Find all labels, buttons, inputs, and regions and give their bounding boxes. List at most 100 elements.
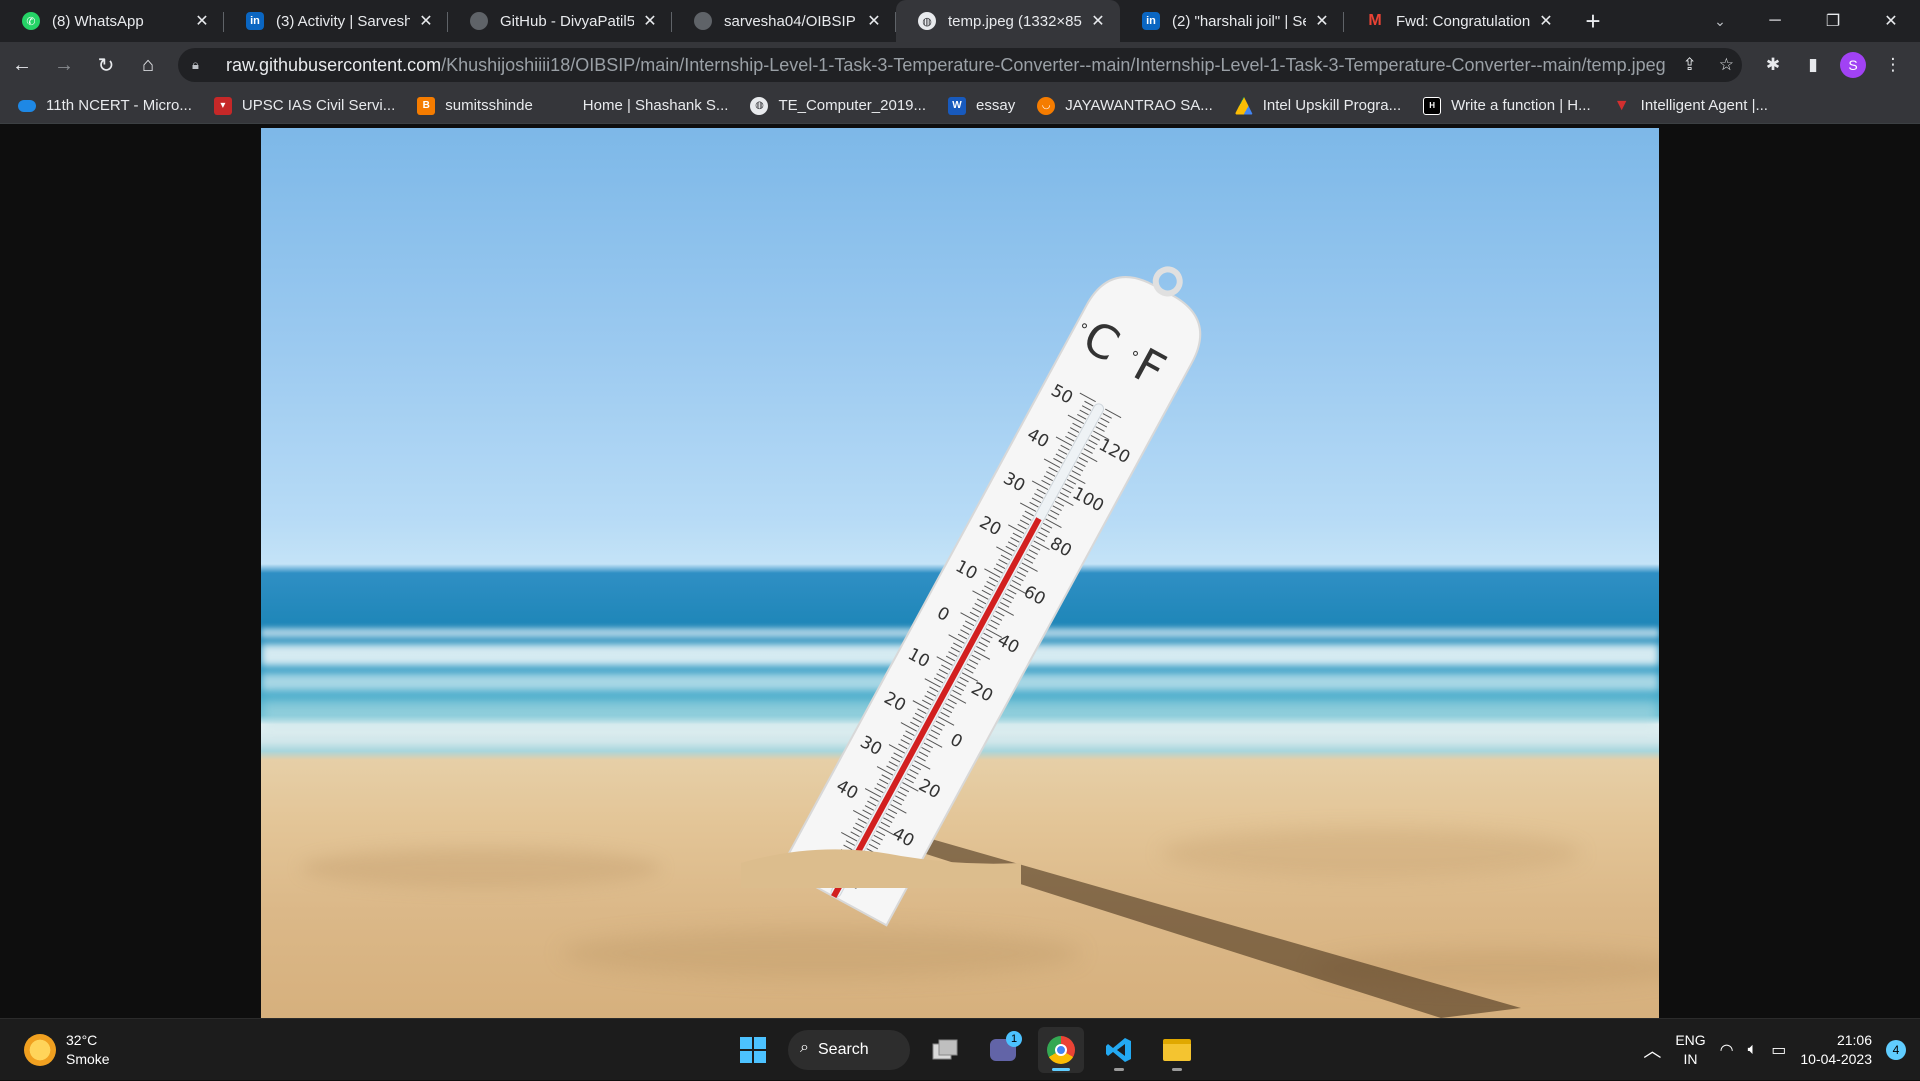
window-controls: ─ ❐ ✕	[1746, 0, 1920, 42]
close-icon[interactable]: ✕	[416, 11, 436, 31]
hazy-sun-icon	[24, 1034, 56, 1066]
url-path: /Khushijoshiiii18/OIBSIP/main/Internship…	[441, 54, 1666, 75]
taskbar-apps: ⌕ Search 1	[730, 1027, 1200, 1073]
globe-icon: ◍	[918, 12, 936, 30]
bookmark-jayawantrao[interactable]: ◡ JAYAWANTRAO SA...	[1037, 96, 1213, 115]
linkedin-icon: in	[246, 12, 264, 30]
tab-gmail[interactable]: M Fwd: Congratulations ✕	[1344, 0, 1568, 42]
tab-temp-jpeg[interactable]: ◍ temp.jpeg (1332×850 ✕	[896, 0, 1120, 42]
address-bar[interactable]: 🔒︎ raw.githubusercontent.com/Khushijoshi…	[178, 48, 1742, 82]
bookmark-label: UPSC IAS Civil Servi...	[241, 97, 396, 114]
bookmark-ncert[interactable]: 11th NCERT - Micro...	[18, 97, 192, 114]
tab-linkedin-activity[interactable]: in (3) Activity | Sarvesha ✕	[224, 0, 448, 42]
globe-icon: ◍	[750, 96, 769, 115]
tab-title: (8) WhatsApp	[52, 12, 144, 30]
tab-title: sarvesha04/OIBSIP	[724, 12, 856, 30]
teams-chat-icon[interactable]: 1	[980, 1027, 1026, 1073]
close-window-icon[interactable]: ✕	[1862, 0, 1920, 42]
page-viewport: C F ° ° 50 40 30 20 10 0 10 20 30 40 120…	[0, 125, 1920, 1018]
blogger-icon: B	[417, 96, 436, 115]
teams-badge: 1	[1006, 1031, 1022, 1047]
search-label: Search	[818, 1041, 869, 1058]
url-host: raw.githubusercontent.com	[226, 54, 442, 75]
weather-widget[interactable]: 32°C Smoke	[24, 1031, 110, 1069]
bookmark-label: TE_Computer_2019...	[778, 97, 927, 114]
tab-github-sarvesha[interactable]: sarvesha04/OIBSIP ✕	[672, 0, 896, 42]
clock-time: 21:06	[1836, 1032, 1872, 1048]
windows-start-icon[interactable]	[730, 1027, 776, 1073]
extensions-icon[interactable]: ✱	[1760, 52, 1786, 78]
lang-top: ENG	[1675, 1032, 1706, 1048]
tab-title: Fwd: Congratulations	[1396, 12, 1530, 30]
share-icon[interactable]: ⇪	[1683, 55, 1697, 75]
bookmark-intelligent-agent[interactable]: ▼ Intelligent Agent |...	[1613, 97, 1768, 115]
chevron-up-icon[interactable]: ︿	[1643, 1037, 1661, 1063]
temperature-beach-image[interactable]: C F ° ° 50 40 30 20 10 0 10 20 30 40 120…	[261, 128, 1659, 1018]
tab-github-divya[interactable]: GitHub - DivyaPatil56 ✕	[448, 0, 672, 42]
whatsapp-icon: ✆	[22, 12, 40, 30]
hackerrank-icon: H	[1423, 96, 1442, 115]
system-tray: ︿ ENG IN ◠ 🔈︎ ▭ 21:06 10-04-2023 4	[1643, 1019, 1920, 1081]
tab-whatsapp[interactable]: ✆ (8) WhatsApp ✕	[0, 0, 224, 42]
bookmark-label: 11th NCERT - Micro...	[46, 97, 192, 114]
bookmark-label: Intel Upskill Progra...	[1262, 97, 1402, 114]
side-panel-icon[interactable]: ▮	[1800, 52, 1826, 78]
tab-search-chevron-icon[interactable]: ⌄	[1700, 0, 1740, 42]
volume-icon[interactable]: 🔈︎	[1748, 1041, 1758, 1059]
close-icon[interactable]: ✕	[864, 11, 884, 31]
clock[interactable]: 21:06 10-04-2023	[1800, 1031, 1872, 1069]
windows-taskbar: 32°C Smoke ⌕ Search 1 ︿ ENG IN ◠ 🔈︎ ▭ 21…	[0, 1018, 1920, 1080]
tab-linkedin-search[interactable]: in (2) "harshali joil" | Sea ✕	[1120, 0, 1344, 42]
close-icon[interactable]: ✕	[192, 11, 212, 31]
bookmarks-bar: 11th NCERT - Micro... ▾ UPSC IAS Civil S…	[0, 88, 1920, 124]
tab-title: (3) Activity | Sarvesha	[276, 12, 410, 30]
bookmark-label: Home | Shashank S...	[582, 97, 729, 114]
bookmark-te-computer[interactable]: ◍ TE_Computer_2019...	[750, 96, 927, 115]
search-icon: ⌕	[800, 1039, 809, 1056]
forward-icon[interactable]: →	[44, 45, 84, 85]
language-indicator[interactable]: ENG IN	[1675, 1031, 1705, 1069]
lang-bottom: IN	[1683, 1051, 1698, 1067]
word-icon: W	[948, 96, 967, 115]
home-icon[interactable]: ⌂	[128, 45, 168, 85]
bookmark-label: JAYAWANTRAO SA...	[1065, 97, 1213, 114]
thermometer-shadow	[901, 836, 1521, 1018]
notification-badge[interactable]: 4	[1886, 1040, 1906, 1060]
taskbar-search[interactable]: ⌕ Search	[788, 1030, 910, 1070]
clock-date: 10-04-2023	[1800, 1051, 1872, 1067]
bookmark-essay[interactable]: W essay	[948, 96, 1016, 115]
task-view-icon[interactable]	[922, 1027, 968, 1073]
close-icon[interactable]: ✕	[1312, 11, 1332, 31]
back-icon[interactable]: ←	[2, 45, 42, 85]
close-icon[interactable]: ✕	[640, 11, 660, 31]
new-tab-button[interactable]: +	[1572, 0, 1614, 42]
bookmark-shashank[interactable]: Home | Shashank S...	[583, 97, 729, 114]
linkedin-icon: in	[1142, 12, 1160, 30]
gmail-icon: M	[1368, 12, 1382, 29]
bookmark-intel[interactable]: Intel Upskill Progra...	[1234, 96, 1402, 115]
restore-icon[interactable]: ❐	[1804, 0, 1862, 42]
tab-title: GitHub - DivyaPatil56	[500, 12, 634, 30]
bookmark-hackerrank[interactable]: H Write a function | H...	[1423, 96, 1591, 115]
drive-icon	[1234, 96, 1253, 115]
lock-icon[interactable]: 🔒︎	[192, 57, 214, 73]
profile-avatar[interactable]: S	[1840, 52, 1866, 78]
bookmark-label: Intelligent Agent |...	[1640, 97, 1768, 114]
battery-icon[interactable]: ▭	[1771, 1040, 1786, 1060]
close-icon[interactable]: ✕	[1536, 11, 1556, 31]
reload-icon[interactable]: ↻	[86, 45, 126, 85]
bookmark-label: essay	[976, 97, 1016, 114]
github-icon	[694, 12, 712, 30]
file-explorer-icon[interactable]	[1154, 1027, 1200, 1073]
minimize-icon[interactable]: ─	[1746, 0, 1804, 42]
chrome-icon[interactable]	[1038, 1027, 1084, 1073]
bookmark-star-icon[interactable]: ☆	[1719, 55, 1734, 75]
bookmark-upsc[interactable]: ▾ UPSC IAS Civil Servi...	[213, 96, 396, 115]
vscode-icon[interactable]	[1096, 1027, 1142, 1073]
close-icon[interactable]: ✕	[1088, 11, 1108, 31]
bookmark-label: sumitsshinde	[445, 97, 533, 114]
wifi-icon[interactable]: ◠	[1720, 1040, 1734, 1060]
menu-kebab-icon[interactable]: ⋮	[1880, 52, 1906, 78]
onedrive-icon	[18, 99, 36, 112]
bookmark-sumitsshinde[interactable]: B sumitsshinde	[417, 96, 533, 115]
